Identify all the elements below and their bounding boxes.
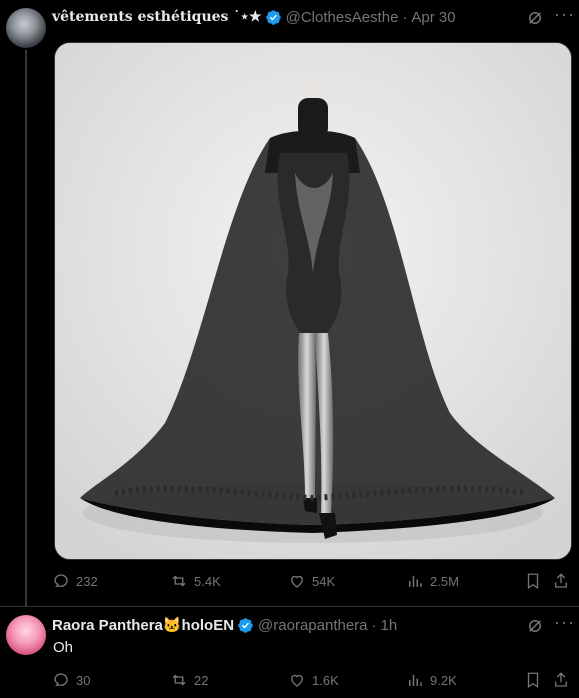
- like-count: 1.6K: [312, 672, 339, 688]
- handle[interactable]: @ClothesAesthe: [286, 9, 399, 26]
- like-count: 54K: [312, 573, 336, 589]
- like-icon: [291, 674, 303, 687]
- more-icon[interactable]: ···: [554, 612, 575, 633]
- share-icon[interactable]: [552, 671, 570, 689]
- share-icon[interactable]: [552, 572, 570, 590]
- views-button[interactable]: 2.5M: [406, 572, 459, 590]
- views-count: 2.5M: [430, 573, 459, 589]
- views-icon: [409, 575, 422, 587]
- handle[interactable]: @raorapanthera: [258, 617, 367, 634]
- verified-badge-icon: [265, 9, 281, 25]
- reply-icon: [54, 673, 68, 686]
- tweet-actions: 232 5.4K 54K 2.5M: [52, 572, 576, 594]
- reply-button[interactable]: 232: [52, 572, 98, 590]
- separator-dot: ·: [402, 8, 408, 26]
- reply-text: Oh: [53, 639, 74, 656]
- avatar[interactable]: [6, 8, 46, 48]
- timestamp[interactable]: 1h: [381, 617, 398, 634]
- verified-badge-icon: [238, 617, 253, 633]
- avatar[interactable]: [6, 615, 46, 655]
- grok-icon[interactable]: [526, 9, 544, 27]
- reply-icon: [54, 574, 68, 587]
- more-icon[interactable]: ···: [554, 4, 575, 25]
- repost-count: 5.4K: [194, 573, 221, 589]
- like-button[interactable]: 1.6K: [288, 671, 339, 689]
- display-name[interactable]: Raora Panthera🐱holoEN: [52, 616, 234, 634]
- bookmark-icon[interactable]: [524, 671, 542, 689]
- reply-count: 232: [76, 573, 98, 589]
- bookmark-icon[interactable]: [524, 572, 542, 590]
- views-count: 9.2K: [430, 672, 457, 688]
- gown-illustration: [55, 43, 571, 559]
- reply-actions: 30 22 1.6K 9.2K: [52, 671, 576, 693]
- display-name[interactable]: vêtements esthétiques ˙⋆★: [52, 9, 262, 25]
- reply-button[interactable]: 30: [52, 671, 90, 689]
- separator-dot: ·: [371, 616, 377, 634]
- repost-button[interactable]: 22: [170, 671, 208, 689]
- reply-count: 30: [76, 672, 91, 688]
- tweet-divider: [0, 606, 579, 607]
- views-button[interactable]: 9.2K: [406, 671, 457, 689]
- repost-icon: [172, 674, 186, 686]
- reply-header: Raora Panthera🐱holoEN @raorapanthera · 1…: [52, 615, 397, 635]
- like-button[interactable]: 54K: [288, 572, 335, 590]
- timestamp[interactable]: Apr 30: [411, 9, 455, 26]
- repost-button[interactable]: 5.4K: [170, 572, 221, 590]
- grok-icon[interactable]: [526, 617, 544, 635]
- tweet-header: vêtements esthétiques ˙⋆★ @ClothesAesthe…: [52, 7, 456, 27]
- repost-count: 22: [194, 672, 209, 688]
- views-icon: [409, 674, 422, 686]
- thread-connector-line: [25, 50, 27, 606]
- like-icon: [291, 575, 303, 588]
- tweet-media-image[interactable]: [54, 42, 572, 560]
- repost-icon: [172, 575, 186, 587]
